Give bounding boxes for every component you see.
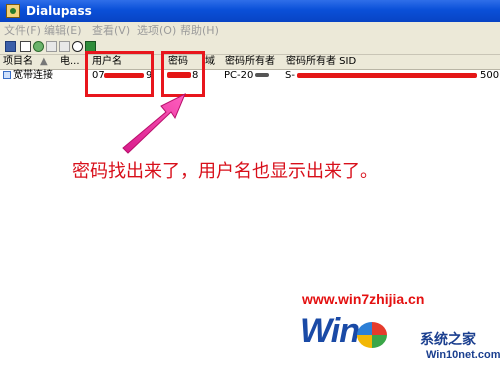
watermark-brand-en: Win10net.com: [426, 349, 500, 361]
arrow-shape: [122, 92, 186, 154]
annotation-arrow: [122, 92, 186, 154]
watermark-url: www.win7zhijia.cn: [302, 291, 425, 307]
watermark-brand-cn: 系统之家: [420, 332, 476, 348]
watermark-logo-text: Win: [300, 312, 360, 350]
annotation-caption: 密码找出来了，用户名也显示出来了。: [72, 161, 378, 182]
windows-logo-icon: [357, 322, 387, 348]
